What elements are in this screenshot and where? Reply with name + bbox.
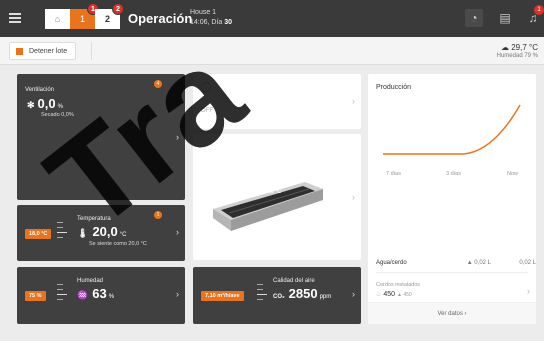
bell-icon[interactable]: ♫ 1	[524, 5, 544, 27]
thermometer-icon: 🌡	[77, 228, 89, 238]
temperature-alert: 1	[154, 211, 162, 219]
chevron-right-icon: ›	[176, 132, 179, 142]
page-title: Operación	[128, 11, 193, 26]
home-icon: ⌂	[54, 14, 61, 24]
fan-icon: ✻	[27, 100, 35, 110]
divider	[376, 272, 528, 273]
tab-2[interactable]: 22	[95, 3, 124, 29]
house-temp-label: 20,0 °C	[263, 189, 282, 195]
temperature-setpoint: 18,0 °C	[25, 229, 52, 239]
x-label-start: 7 días	[386, 171, 401, 177]
x-label-mid: 3 días	[446, 171, 461, 177]
off-card[interactable]: OFF ›	[193, 74, 361, 129]
tab-1[interactable]: 11	[70, 3, 99, 29]
ventilation-alert: 4	[154, 80, 162, 88]
humidity-card[interactable]: 75 % Humedad ♒ 63% ›	[17, 267, 185, 324]
ventilation-card[interactable]: Ventilación 4 ✻ 0,0% Secado 0,0% ›	[17, 74, 185, 200]
house-name: House 1	[190, 9, 217, 16]
top-bar: ⌂ 11 22 Operación House 1 14:06, Día 30 …	[0, 0, 544, 37]
stop-batch-button[interactable]: Detener lote	[9, 42, 77, 60]
air-quality-scale	[257, 284, 267, 306]
house-illustration	[213, 182, 323, 231]
menu-icon[interactable]	[9, 11, 23, 25]
water-row: Agua/cerdo ▲ 0,02 L 0,02 L	[376, 260, 536, 266]
air-quality-card[interactable]: 7,10 m³/h/ave Calidad del aire CO₂ 2850 pp…	[193, 267, 361, 324]
chevron-right-icon: ›	[176, 227, 179, 237]
humidity-icon: ♒	[77, 290, 89, 300]
tab-home[interactable]: ⌂	[45, 9, 70, 29]
x-label-end: Now	[507, 171, 519, 177]
stop-icon	[16, 47, 23, 55]
tab-2-badge: 2	[112, 3, 124, 15]
cloud-icon: ☁	[500, 43, 509, 52]
air-quality-setpoint: 7,10 m³/h/ave	[201, 291, 244, 301]
chevron-right-icon: ›	[527, 286, 530, 296]
temperature-card[interactable]: 18,0 °C Temperatura 1 🌡 20,0 °C Se siente …	[17, 205, 185, 261]
humidity-setpoint: 75 %	[25, 291, 46, 301]
production-panel: Producción 7 días 3 días Now Agua/cerdo …	[368, 74, 536, 324]
chevron-right-icon: ›	[352, 289, 355, 299]
chevron-right-icon: ›	[352, 192, 355, 202]
dashboard-icon[interactable]: ◔	[465, 9, 483, 27]
humidity-scale	[57, 284, 67, 306]
chevron-right-icon: ›	[352, 96, 355, 106]
house-day: 30	[224, 19, 233, 26]
house-visual-card[interactable]: 20,0 °C ›	[193, 134, 361, 260]
divider	[91, 42, 92, 60]
view-data-button[interactable]: Ver datos ›	[368, 302, 536, 324]
power-icon	[201, 82, 211, 92]
outdoor-weather: ☁ 29,7 °C Humedad 79 %	[496, 43, 538, 60]
production-chart	[383, 104, 521, 155]
animals-installed[interactable]: Cerdos instalados ♧ 450 ▲ 450	[376, 281, 420, 300]
action-bar: Detener lote ☁ 29,7 °C Humedad 79 %	[0, 37, 544, 65]
house-info: House 1 14:06, Día 30	[190, 8, 232, 28]
report-icon[interactable]: ▤	[496, 9, 514, 27]
house-tabs: ⌂ 11 22	[45, 3, 124, 29]
notification-badge: 1	[534, 5, 544, 15]
pig-icon: ♧	[376, 292, 382, 298]
chevron-right-icon: ›	[176, 289, 179, 299]
temperature-scale	[57, 222, 67, 244]
house-time: 14:06, Día	[190, 19, 223, 26]
